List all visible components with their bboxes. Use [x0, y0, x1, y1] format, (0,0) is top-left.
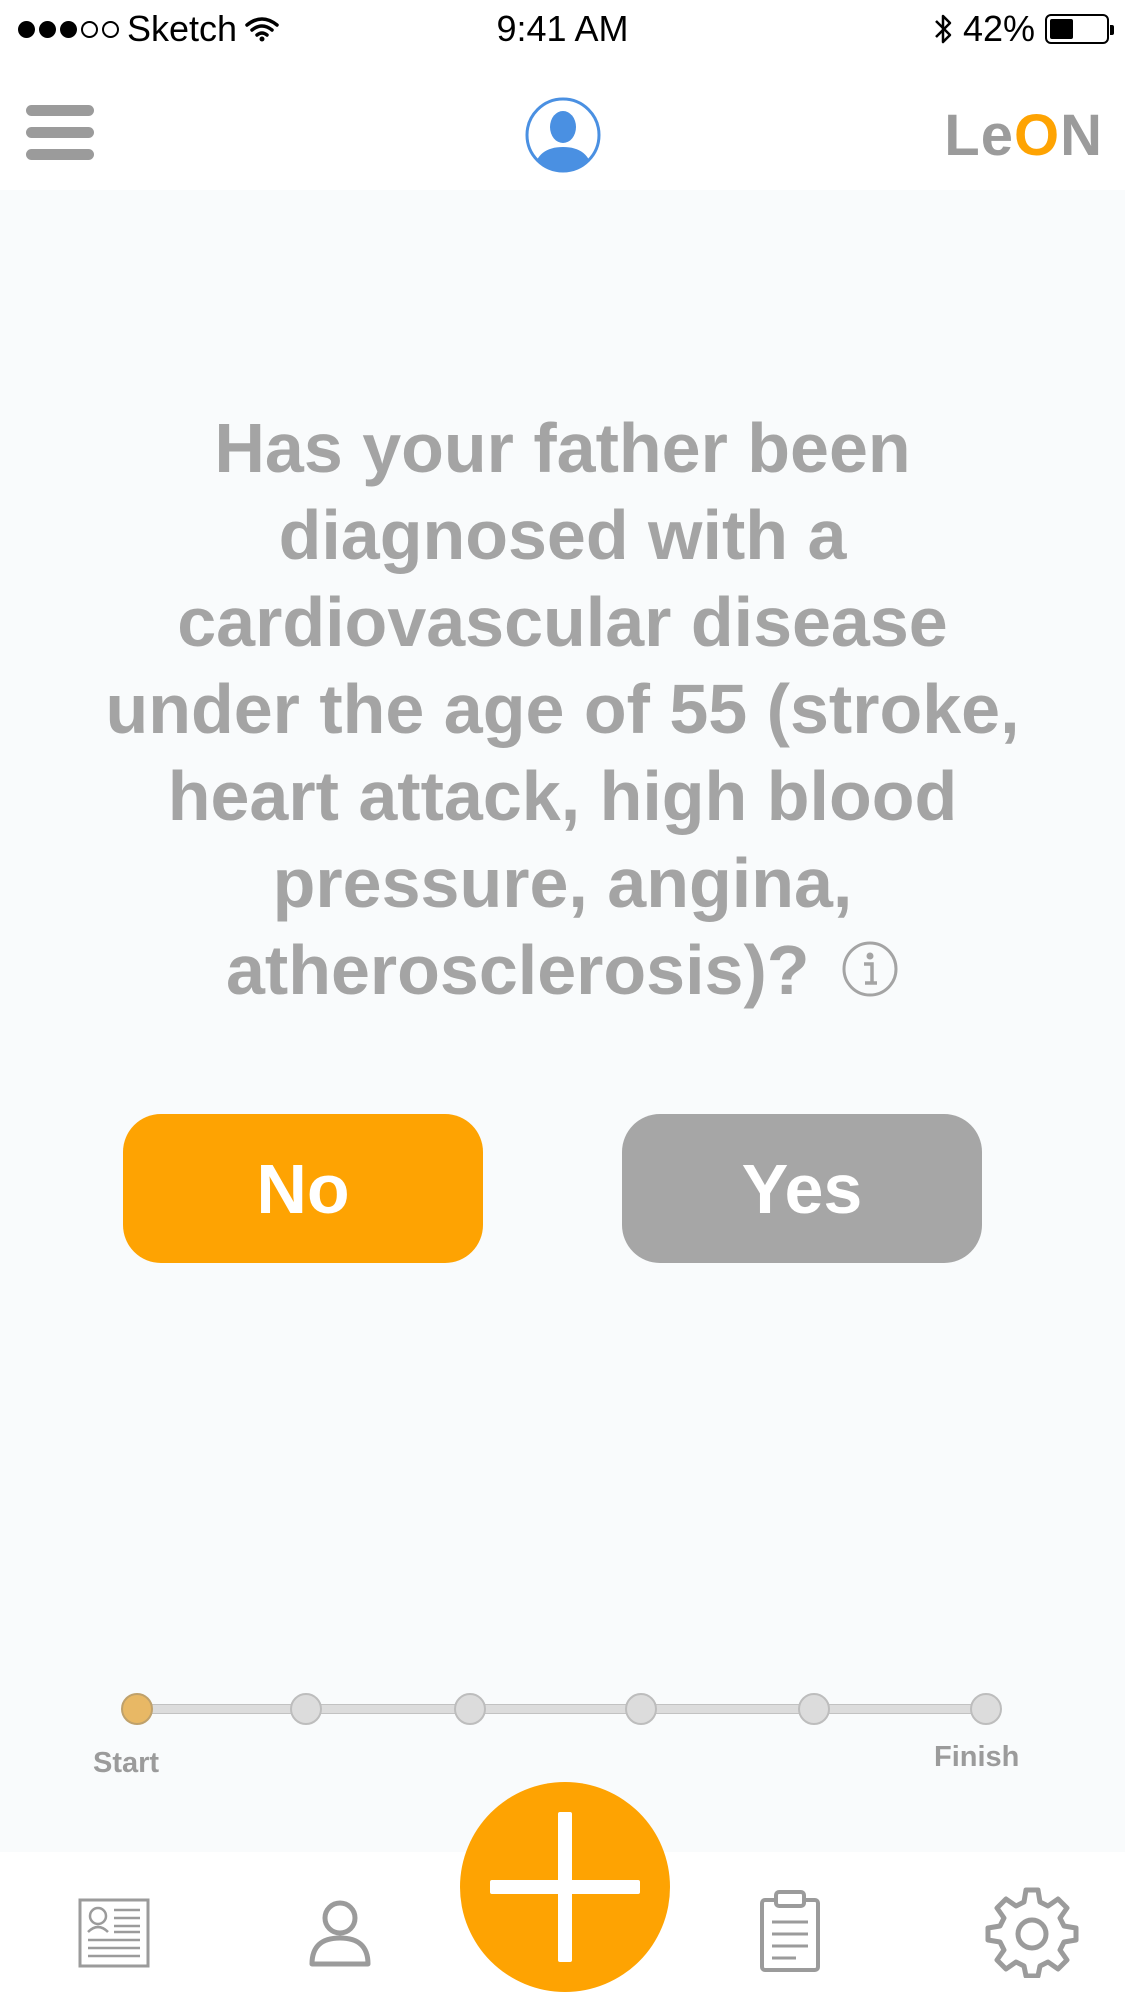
logo-accent: O	[1013, 103, 1061, 168]
progress-step-3	[454, 1693, 486, 1725]
menu-line	[26, 105, 94, 116]
logo-suffix: N	[1060, 103, 1103, 168]
battery-fill	[1050, 19, 1073, 39]
no-button[interactable]: No	[123, 1114, 483, 1263]
progress-step-4	[625, 1693, 657, 1725]
progress-step-1	[121, 1693, 153, 1725]
user-avatar-icon[interactable]	[523, 95, 603, 175]
progress-step-6	[970, 1693, 1002, 1725]
progress-tracker	[118, 1690, 1010, 1730]
yes-button[interactable]: Yes	[622, 1114, 982, 1263]
add-icon-vertical	[558, 1812, 572, 1962]
progress-step-2	[290, 1693, 322, 1725]
settings-icon[interactable]	[984, 1882, 1080, 1978]
progress-step-5	[798, 1693, 830, 1725]
leon-logo: LeON	[944, 102, 1103, 169]
progress-finish-label: Finish	[934, 1741, 1020, 1773]
progress-start-label: Start	[93, 1747, 160, 1779]
question-text: Has your father been diagnosed with a ca…	[105, 409, 1020, 1009]
menu-line	[26, 127, 94, 138]
progress-line	[138, 1704, 990, 1714]
menu-icon[interactable]	[26, 105, 94, 160]
question-text-container: Has your father been diagnosed with a ca…	[80, 405, 1045, 1014]
bluetooth-icon	[935, 14, 952, 44]
status-right: 42%	[933, 8, 1114, 50]
profile-icon[interactable]	[292, 1882, 388, 1978]
info-icon[interactable]	[841, 940, 899, 998]
status-bar: Sketch 9:41 AM 42%	[0, 0, 1125, 60]
app-header: LeON	[0, 60, 1125, 190]
menu-line	[26, 149, 94, 160]
news-icon[interactable]	[66, 1882, 162, 1978]
battery-percent: 42%	[962, 8, 1035, 49]
logo-prefix: Le	[944, 103, 1014, 168]
add-button[interactable]	[460, 1782, 670, 1992]
battery-icon	[1045, 14, 1114, 44]
clipboard-icon[interactable]	[742, 1882, 838, 1978]
